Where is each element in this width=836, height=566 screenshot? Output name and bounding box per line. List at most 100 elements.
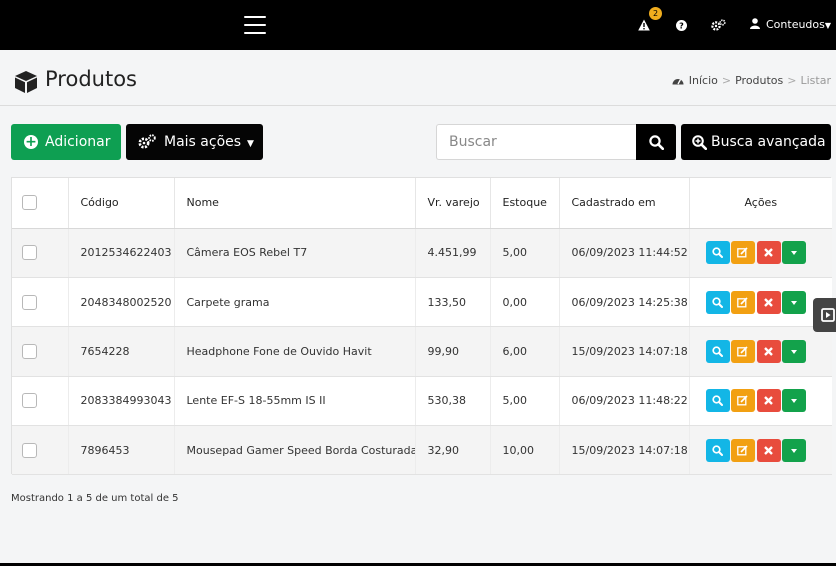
view-icon — [711, 296, 723, 308]
view-icon — [711, 247, 723, 259]
svg-text:?: ? — [679, 22, 684, 31]
caret-down-icon — [791, 251, 797, 256]
edit-button[interactable] — [731, 241, 755, 265]
caret-down-icon: ▼ — [824, 21, 832, 30]
column-header-price[interactable]: Vr. varejo — [415, 178, 491, 229]
page-title: Produtos — [45, 67, 137, 91]
cell-code: 2083384993043 — [68, 376, 175, 427]
row-checkbox[interactable] — [22, 442, 37, 458]
view-button[interactable] — [705, 241, 730, 265]
top-navbar: 2 ? Conteudos▼ — [0, 0, 836, 50]
cell-created: 15/09/2023 14:07:18 — [559, 425, 690, 476]
header-checkbox-cell — [12, 178, 69, 229]
gears-icon — [138, 134, 156, 149]
view-button[interactable] — [705, 389, 730, 413]
cell-name: Headphone Fone de Ouvido Havit — [174, 326, 416, 377]
table-row: 7654228 Headphone Fone de Ouvido Havit 9… — [12, 326, 832, 377]
cell-actions — [689, 326, 832, 377]
cell-created: 06/09/2023 11:48:22 — [559, 376, 690, 427]
row-more-button[interactable] — [782, 339, 806, 363]
side-panel-toggle[interactable] — [813, 298, 836, 332]
breadcrumb-products[interactable]: Produtos — [735, 74, 783, 87]
cell-name: Carpete grama — [174, 277, 416, 328]
add-button[interactable]: + Adicionar — [11, 124, 121, 160]
row-more-button[interactable] — [782, 438, 806, 462]
cell-created: 15/09/2023 14:07:18 — [559, 326, 690, 377]
row-checkbox[interactable] — [22, 294, 37, 310]
cell-stock: 5,00 — [490, 376, 560, 427]
delete-icon — [763, 396, 773, 406]
cell-code: 7896453 — [68, 425, 175, 476]
search-icon — [649, 135, 664, 150]
cell-price: 133,50 — [415, 277, 491, 328]
edit-button[interactable] — [731, 339, 755, 363]
edit-button[interactable] — [731, 438, 755, 462]
table-row: 2012534622403 Câmera EOS Rebel T7 4.451,… — [12, 228, 832, 278]
breadcrumb-separator: > — [787, 74, 797, 87]
cell-stock: 5,00 — [490, 228, 560, 278]
view-button[interactable] — [705, 290, 730, 314]
user-name: Conteudos — [766, 18, 825, 31]
search-plus-icon — [692, 135, 707, 150]
view-icon — [711, 445, 723, 456]
cell-actions — [689, 425, 832, 476]
cube-icon — [15, 71, 37, 93]
page-header: Produtos Início > Produtos > Listar — [0, 50, 836, 106]
row-checkbox[interactable] — [22, 245, 37, 261]
cell-created: 06/09/2023 14:25:38 — [559, 277, 690, 328]
table-header-row: Código Nome Vr. varejo Estoque Cadastrad… — [12, 178, 832, 229]
delete-button[interactable] — [756, 438, 781, 462]
breadcrumb-separator: > — [721, 74, 732, 87]
row-more-button[interactable] — [782, 389, 806, 413]
delete-icon — [763, 248, 773, 258]
breadcrumb: Início > Produtos > Listar — [672, 74, 831, 88]
cell-code: 2012534622403 — [68, 228, 175, 278]
row-checkbox[interactable] — [22, 393, 37, 409]
more-actions-label: Mais ações — [164, 134, 242, 150]
add-button-label: Adicionar — [45, 134, 111, 150]
products-table: Código Nome Vr. varejo Estoque Cadastrad… — [11, 177, 832, 476]
view-button[interactable] — [705, 339, 730, 363]
cell-price: 4.451,99 — [415, 228, 491, 278]
edit-icon — [737, 346, 748, 357]
advanced-search-label: Busca avançada — [711, 134, 826, 150]
search-input[interactable] — [436, 124, 637, 160]
view-button[interactable] — [705, 438, 730, 462]
row-more-button[interactable] — [782, 290, 806, 314]
row-checkbox[interactable] — [22, 343, 37, 359]
delete-button[interactable] — [756, 339, 781, 363]
row-checkbox-cell — [12, 326, 69, 377]
delete-button[interactable] — [756, 290, 781, 314]
cell-price: 99,90 — [415, 326, 491, 377]
row-more-button[interactable] — [782, 241, 806, 265]
plus-circle-icon: + — [24, 134, 38, 150]
menu-icon[interactable] — [244, 16, 266, 34]
cell-code: 2048348002520 — [68, 277, 175, 328]
delete-button[interactable] — [756, 389, 781, 413]
warning-icon — [638, 19, 650, 31]
select-all-checkbox[interactable] — [22, 195, 37, 211]
edit-button[interactable] — [731, 290, 755, 314]
column-header-name[interactable]: Nome — [174, 178, 416, 229]
advanced-search-button[interactable]: Busca avançada — [681, 124, 831, 160]
delete-button[interactable] — [756, 241, 781, 265]
row-checkbox-cell — [12, 277, 69, 328]
table-row: 2048348002520 Carpete grama 133,50 0,00 … — [12, 277, 832, 328]
delete-icon — [763, 297, 773, 307]
row-checkbox-cell — [12, 425, 69, 476]
delete-icon — [763, 445, 773, 455]
column-header-created[interactable]: Cadastrado em — [559, 178, 690, 229]
breadcrumb-home[interactable]: Início — [689, 74, 718, 87]
more-actions-button[interactable]: Mais ações ▼ — [126, 124, 263, 160]
user-menu[interactable]: Conteudos▼ — [750, 16, 831, 35]
view-icon — [711, 346, 723, 357]
notification-badge: 2 — [649, 7, 662, 20]
cell-created: 06/09/2023 11:44:52 — [559, 228, 690, 278]
search-button[interactable] — [636, 124, 676, 160]
cell-actions — [689, 228, 832, 278]
edit-button[interactable] — [731, 389, 755, 413]
caret-down-icon: ▼ — [247, 139, 254, 149]
column-header-stock[interactable]: Estoque — [490, 178, 560, 229]
edit-icon — [737, 296, 748, 308]
column-header-code[interactable]: Código — [68, 178, 175, 229]
